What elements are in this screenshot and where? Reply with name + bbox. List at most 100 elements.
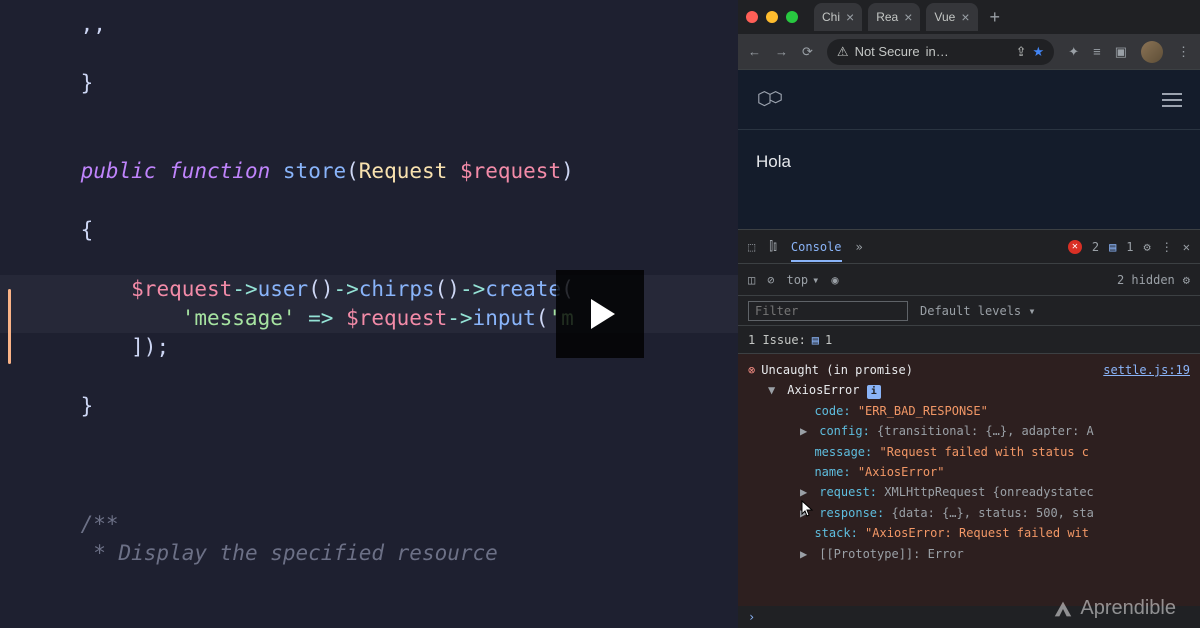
error-title: Uncaught (in promise) (761, 360, 913, 380)
address-bar: ← → ⟳ ⚠ Not Secure in… ⇪ ★ ✦ ≡ ▣ ⋮ (738, 34, 1200, 70)
info-icon[interactable]: i (867, 385, 881, 399)
chevron-right-icon[interactable]: ▶ (800, 421, 812, 441)
object-prop[interactable]: ▶ config: {transitional: {…}, adapter: A (748, 421, 1190, 441)
code-line: } (30, 69, 738, 98)
device-toggle-icon[interactable]: ⫿⫾ (769, 239, 777, 254)
close-devtools-icon[interactable]: ✕ (1183, 240, 1190, 254)
object-header[interactable]: ▼ AxiosError i (748, 380, 1190, 400)
nav-back-icon[interactable]: ← (748, 44, 761, 59)
close-icon[interactable]: × (846, 9, 854, 25)
maximize-window-icon[interactable] (786, 11, 798, 23)
code-line (30, 363, 738, 392)
playlist-icon[interactable]: ≡ (1093, 44, 1101, 59)
browser-tab[interactable]: Chi × (814, 3, 862, 31)
code-line (30, 480, 738, 509)
page-viewport: Hola (738, 70, 1200, 230)
error-count: 2 (1092, 240, 1099, 254)
tab-label: Chi (822, 10, 840, 24)
play-button[interactable] (556, 270, 644, 358)
close-window-icon[interactable] (746, 11, 758, 23)
issues-count: 1 (825, 333, 832, 347)
sidebar-toggle-icon[interactable]: ◫ (748, 273, 755, 287)
issues-bar[interactable]: 1 Issue: ▤ 1 (738, 326, 1200, 354)
browser-tab[interactable]: Rea× (868, 3, 920, 31)
error-source-link[interactable]: settle.js:19 (1103, 360, 1190, 380)
live-expression-icon[interactable]: ◉ (831, 273, 838, 287)
code-line (30, 39, 738, 68)
hamburger-menu-icon[interactable] (1162, 93, 1182, 107)
watermark-text: Aprendible (1080, 597, 1176, 620)
context-selector[interactable]: top ▾ (786, 273, 819, 287)
filter-input[interactable] (748, 301, 908, 321)
doc-comment: * Display the specified resource (30, 539, 738, 568)
console-toolbar: ◫ ⊘ top ▾ ◉ 2 hidden ⚙ (738, 264, 1200, 296)
minimize-window-icon[interactable] (766, 11, 778, 23)
code-line (30, 128, 738, 157)
code-line (30, 98, 738, 127)
bookmark-icon[interactable]: ★ (1033, 44, 1045, 60)
error-entry[interactable]: ⊗ Uncaught (in promise) settle.js:19 (748, 360, 1190, 380)
window-controls[interactable] (746, 11, 798, 23)
object-prop[interactable]: code: "ERR_BAD_RESPONSE" (748, 401, 1190, 421)
close-icon[interactable]: × (904, 9, 912, 25)
gear-icon[interactable]: ⚙ (1183, 273, 1190, 287)
kebab-icon[interactable]: ⋮ (1161, 240, 1173, 254)
object-prop[interactable]: stack: "AxiosError: Request failed wit (748, 523, 1190, 543)
share-icon[interactable]: ⇪ (1016, 44, 1027, 60)
chevron-down-icon: ▾ (812, 273, 819, 287)
hidden-messages[interactable]: 2 hidden (1117, 273, 1175, 287)
greeting-text: Hola (756, 152, 791, 171)
error-count-badge[interactable]: ✕ (1068, 240, 1082, 254)
laravel-logo-icon (756, 86, 784, 114)
info-badge-icon[interactable]: ▤ (1109, 240, 1116, 254)
not-secure-icon: ⚠ (837, 44, 849, 60)
gutter-marker (8, 289, 11, 364)
devtools-panel: ⬚ ⫿⫾ Console » ✕ 2 ▤ 1 ⚙ ⋮ ✕ ◫ ⊘ top ▾ ◉ 2… (738, 230, 1200, 628)
code-line: } (30, 392, 738, 421)
new-tab-button[interactable]: + (984, 7, 1007, 28)
error-icon: ⊗ (748, 360, 755, 380)
url-field[interactable]: ⚠ Not Secure in… ⇪ ★ (827, 39, 1054, 65)
profile-avatar[interactable] (1141, 41, 1163, 63)
code-line (30, 421, 738, 450)
close-icon[interactable]: × (961, 9, 969, 25)
function-signature: public function store(Request $request) (30, 157, 738, 186)
console-output[interactable]: ⊗ Uncaught (in promise) settle.js:19 ▼ A… (738, 354, 1200, 606)
url-text: in… (926, 44, 949, 59)
code-line (30, 451, 738, 480)
panel-icon[interactable]: ▣ (1115, 44, 1127, 60)
console-filter-bar: Default levels ▾ (738, 296, 1200, 326)
log-levels-selector[interactable]: Default levels ▾ (920, 304, 1036, 318)
browser-tab-strip: Chi × Rea× Vue× + (738, 0, 1200, 34)
chevron-right-icon[interactable]: ▶ (800, 544, 812, 564)
watermark: Aprendible (1052, 597, 1176, 620)
object-prop[interactable]: ▶ [[Prototype]]: Error (748, 544, 1190, 564)
clear-console-icon[interactable]: ⊘ (767, 273, 774, 287)
app-header (738, 70, 1200, 130)
watermark-logo-icon (1052, 598, 1074, 620)
tab-console[interactable]: Console (791, 240, 842, 262)
code-line (30, 186, 738, 215)
inspect-icon[interactable]: ⬚ (748, 240, 755, 254)
browser-window: Chi × Rea× Vue× + ← → ⟳ ⚠ Not Secure in… … (738, 0, 1200, 628)
issue-icon: ▤ (812, 333, 819, 347)
object-prop[interactable]: name: "AxiosError" (748, 462, 1190, 482)
doc-comment: /** (30, 510, 738, 539)
extensions-icon[interactable]: ✦ (1068, 44, 1079, 60)
chevron-down-icon[interactable]: ▼ (768, 380, 780, 400)
more-tabs[interactable]: » (856, 240, 863, 254)
menu-icon[interactable]: ⋮ (1177, 44, 1190, 60)
settings-icon[interactable]: ⚙ (1144, 240, 1151, 254)
info-count: 1 (1126, 240, 1133, 254)
cursor-icon (801, 500, 815, 518)
nav-forward-icon[interactable]: → (775, 44, 788, 59)
play-icon (591, 299, 615, 329)
reload-icon[interactable]: ⟳ (802, 44, 813, 60)
browser-tab[interactable]: Vue× (926, 3, 977, 31)
page-content: Hola (738, 130, 1200, 194)
code-line: { (30, 216, 738, 245)
not-secure-label: Not Secure (855, 44, 920, 59)
devtools-tabs: ⬚ ⫿⫾ Console » ✕ 2 ▤ 1 ⚙ ⋮ ✕ (738, 230, 1200, 264)
object-prop[interactable]: message: "Request failed with status c (748, 442, 1190, 462)
issues-label: 1 Issue: (748, 333, 806, 347)
